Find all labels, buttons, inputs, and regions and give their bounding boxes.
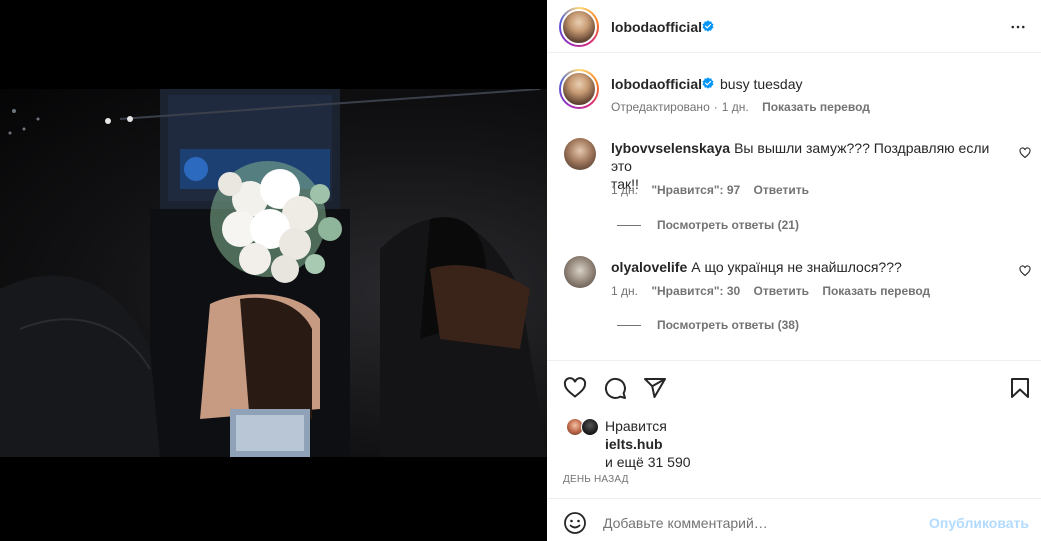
post-time[interactable]: ДЕНЬ НАЗАД bbox=[563, 474, 629, 485]
comment-username[interactable]: olyalovelife bbox=[611, 259, 687, 275]
post-header: lobodaofficial bbox=[547, 0, 1041, 53]
author-avatar-image bbox=[561, 9, 597, 45]
caption-meta: Отредактировано · 1 дн. Показать перевод bbox=[611, 100, 870, 114]
view-replies-button[interactable]: Посмотреть ответы (21) bbox=[617, 218, 799, 232]
share-icon[interactable] bbox=[643, 376, 667, 400]
comment-likes[interactable]: "Нравится": 30 bbox=[651, 284, 740, 298]
author-avatar[interactable] bbox=[559, 7, 599, 47]
replies-divider bbox=[617, 325, 641, 327]
comment-time: 1 дн. bbox=[611, 284, 638, 298]
comment-reply-button[interactable]: Ответить bbox=[754, 183, 809, 197]
liker-username[interactable]: ielts.hub bbox=[605, 436, 663, 452]
post-actions: Нравится ielts.hub и ещё 31 590 ДЕНЬ НАЗ… bbox=[547, 360, 1041, 498]
commenter-avatar[interactable] bbox=[564, 256, 596, 288]
caption-text: busy tuesday bbox=[720, 76, 803, 92]
post-media[interactable] bbox=[0, 0, 547, 541]
likes-others[interactable]: и ещё 31 590 bbox=[605, 454, 691, 470]
verified-badge-icon bbox=[702, 20, 714, 32]
comment-like-icon[interactable] bbox=[1019, 265, 1031, 277]
comment-meta: 1 дн. "Нравится": 97 Ответить bbox=[611, 183, 819, 197]
heart-icon[interactable] bbox=[563, 376, 587, 400]
emoji-icon[interactable] bbox=[563, 511, 587, 535]
bookmark-icon[interactable] bbox=[1008, 376, 1032, 400]
caption-translate-link[interactable]: Показать перевод bbox=[762, 100, 870, 114]
comment-text: А що українця не знайшлося??? bbox=[691, 259, 902, 275]
caption-time: 1 дн. bbox=[721, 100, 749, 114]
replies-divider bbox=[617, 225, 641, 227]
caption-username[interactable]: lobodaofficial bbox=[611, 76, 702, 92]
comment-meta: 1 дн. "Нравится": 30 Ответить Показать п… bbox=[611, 284, 940, 298]
header-username[interactable]: lobodaofficial bbox=[611, 19, 702, 35]
view-replies-label: Посмотреть ответы (21) bbox=[657, 218, 799, 232]
comment-username[interactable]: lybovvselenskaya bbox=[611, 140, 730, 156]
post-photo[interactable] bbox=[0, 89, 547, 457]
more-horizontal-icon[interactable] bbox=[1009, 18, 1027, 36]
publish-button[interactable]: Опубликовать bbox=[929, 515, 1029, 531]
photo-illustration bbox=[0, 89, 547, 457]
comment-input[interactable] bbox=[603, 508, 923, 538]
comment-likes[interactable]: "Нравится": 97 bbox=[651, 183, 740, 197]
post-details-panel: lobodaofficial lobodaofficial busy tuesd… bbox=[547, 0, 1041, 541]
comment-time: 1 дн. bbox=[611, 183, 638, 197]
caption-avatar[interactable] bbox=[559, 69, 599, 109]
view-replies-label: Посмотреть ответы (38) bbox=[657, 318, 799, 332]
caption-avatar-image bbox=[561, 71, 597, 107]
verified-badge-icon bbox=[702, 77, 714, 89]
comment-icon[interactable] bbox=[603, 376, 627, 400]
comment-reply-button[interactable]: Ответить bbox=[754, 284, 809, 298]
likes-label: Нравится bbox=[605, 418, 667, 434]
edited-label: Отредактировано bbox=[611, 100, 710, 114]
comment-translate-link[interactable]: Показать перевод bbox=[822, 284, 930, 298]
comment-body: olyalovelife А що українця не знайшлося??… bbox=[611, 258, 1001, 276]
comment-like-icon[interactable] bbox=[1019, 147, 1031, 159]
view-replies-button[interactable]: Посмотреть ответы (38) bbox=[617, 318, 799, 332]
liker-avatar[interactable] bbox=[581, 418, 599, 436]
add-comment-bar: Опубликовать bbox=[547, 498, 1041, 541]
commenter-avatar[interactable] bbox=[564, 138, 596, 170]
